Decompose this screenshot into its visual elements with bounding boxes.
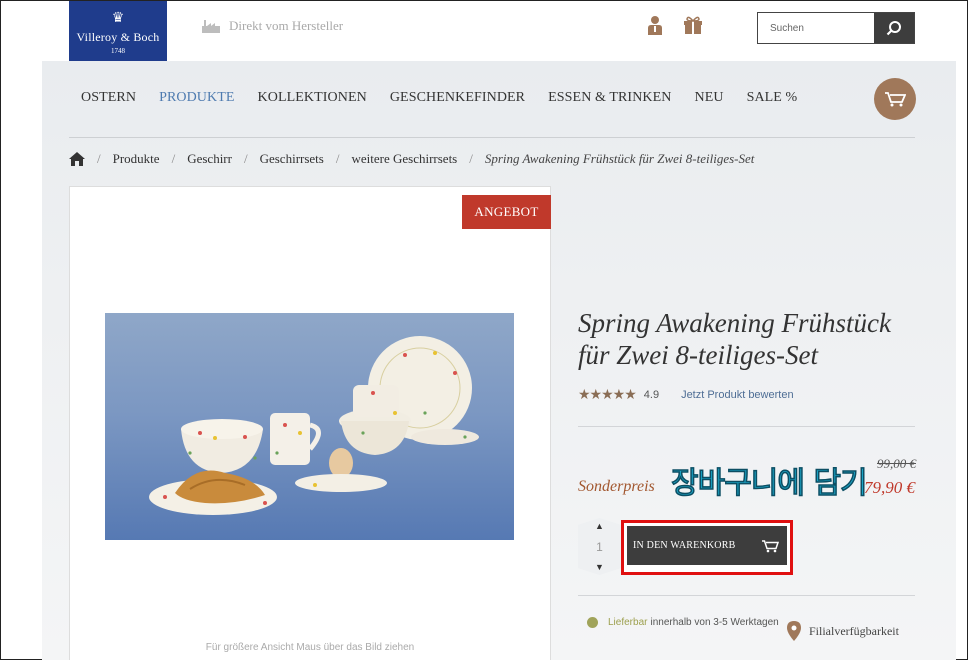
availability-status: Lieferbar [608, 617, 648, 628]
breadcrumb: / Produkte / Geschirr / Geschirrsets / w… [69, 151, 754, 167]
product-rating: ★★★★★ 4.9 Jetzt Produkt bewerten [578, 386, 794, 403]
add-to-cart-highlight: IN DEN WARENKORB [621, 520, 793, 575]
breadcrumb-separator: / [243, 151, 248, 166]
price-divider [578, 426, 915, 427]
breadcrumb-weitere-geschirrsets[interactable]: weitere Geschirrsets [351, 151, 457, 167]
sale-badge: ANGEBOT [462, 195, 551, 229]
cart-icon [885, 92, 906, 107]
quantity-up-icon[interactable]: ▲ [595, 521, 604, 531]
search-button[interactable] [874, 13, 914, 43]
breadcrumb-separator: / [97, 151, 101, 166]
add-to-cart-label: IN DEN WARENKORB [633, 540, 736, 551]
sale-price: 79,90 € [864, 478, 915, 497]
add-to-cart-annotation: 장바구니에 담기 [671, 466, 868, 502]
store-availability-link[interactable]: Filialverfügbarkeit [787, 621, 899, 641]
quantity-down-icon[interactable]: ▼ [595, 562, 604, 572]
nav-item-geschenkefinder[interactable]: GESCHENKEFINDER [390, 90, 525, 106]
nav-item-kollektionen[interactable]: KOLLEKTIONEN [258, 90, 367, 106]
factory-icon [202, 20, 220, 33]
nav-divider [69, 137, 915, 138]
account-icon[interactable] [647, 15, 663, 40]
breadcrumb-separator: / [469, 151, 473, 166]
breadcrumb-separator: / [171, 151, 176, 166]
zoom-hint: Für größere Ansicht Maus über das Bild z… [205, 642, 415, 653]
factory-direct-notice: Direkt vom Hersteller [201, 18, 343, 34]
nav-item-essen-trinken[interactable]: ESSEN & TRINKEN [548, 90, 671, 106]
search-input[interactable] [758, 13, 874, 43]
breadcrumb-produkte[interactable]: Produkte [113, 151, 160, 167]
store-availability-label: Filialverfügbarkeit [809, 623, 899, 638]
availability-divider [578, 595, 915, 596]
rating-stars: ★★★★★ [578, 386, 637, 402]
cart-button[interactable] [874, 78, 916, 120]
quantity-stepper[interactable]: ▲ 1 ▼ [578, 518, 621, 575]
product-photo[interactable] [105, 313, 514, 540]
original-price: 99,00 € [877, 456, 916, 471]
product-title: Spring Awakening Frühstück für Zwei 8-te… [578, 308, 891, 370]
factory-text: Direkt vom Hersteller [229, 18, 344, 33]
availability: Lieferbar innerhalb von 3-5 Werktagen [587, 617, 779, 628]
brand-year: 1748 [111, 47, 125, 55]
rating-score: 4.9 [643, 388, 660, 401]
breadcrumb-geschirr[interactable]: Geschirr [187, 151, 232, 167]
nav-item-sale[interactable]: SALE % [747, 90, 798, 106]
gift-icon[interactable] [683, 15, 703, 40]
nav-item-produkte[interactable]: PRODUKTE [159, 90, 234, 106]
search-icon [886, 21, 901, 36]
add-to-cart-button[interactable]: IN DEN WARENKORB [627, 526, 787, 565]
nav-item-neu[interactable]: NEU [694, 90, 723, 106]
breadcrumb-geschirrsets[interactable]: Geschirrsets [260, 151, 324, 167]
breadcrumb-current: Spring Awakening Frühstück für Zwei 8-te… [484, 151, 755, 166]
main-nav: OSTERN PRODUKTE KOLLEKTIONEN GESCHENKEFI… [81, 90, 820, 106]
location-pin-icon [787, 621, 801, 641]
home-icon[interactable] [69, 152, 85, 166]
nav-item-ostern[interactable]: OSTERN [81, 90, 136, 106]
breadcrumb-separator: / [335, 151, 340, 166]
brand-logo[interactable]: ♛ Villeroy & Boch 1748 [69, 1, 167, 61]
quantity-value[interactable]: 1 [596, 540, 603, 554]
special-price-label: Sonderpreis [578, 478, 655, 495]
logo-crest-icon: ♛ [111, 11, 125, 26]
search-form [757, 12, 915, 44]
cart-icon [762, 539, 779, 552]
availability-status-dot [587, 617, 598, 628]
brand-name: Villeroy & Boch [76, 30, 160, 44]
availability-text: innerhalb von 3-5 Werktagen [650, 617, 779, 628]
rate-product-link[interactable]: Jetzt Produkt bewerten [681, 389, 794, 401]
